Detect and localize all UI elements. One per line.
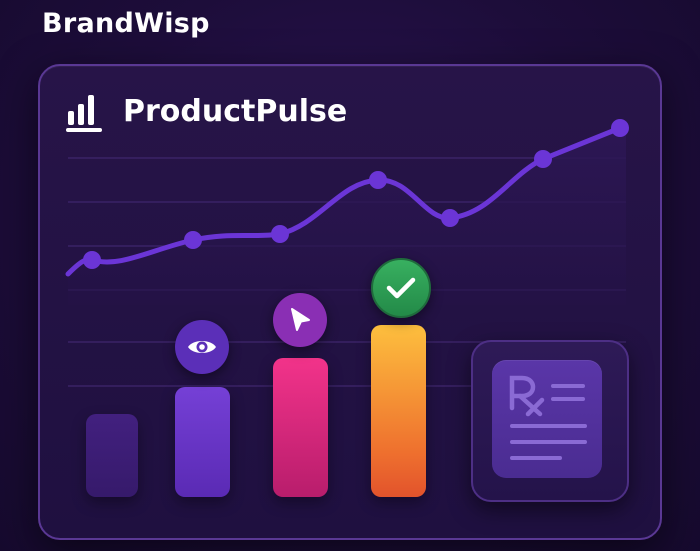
prescription-document-icon <box>509 375 587 460</box>
